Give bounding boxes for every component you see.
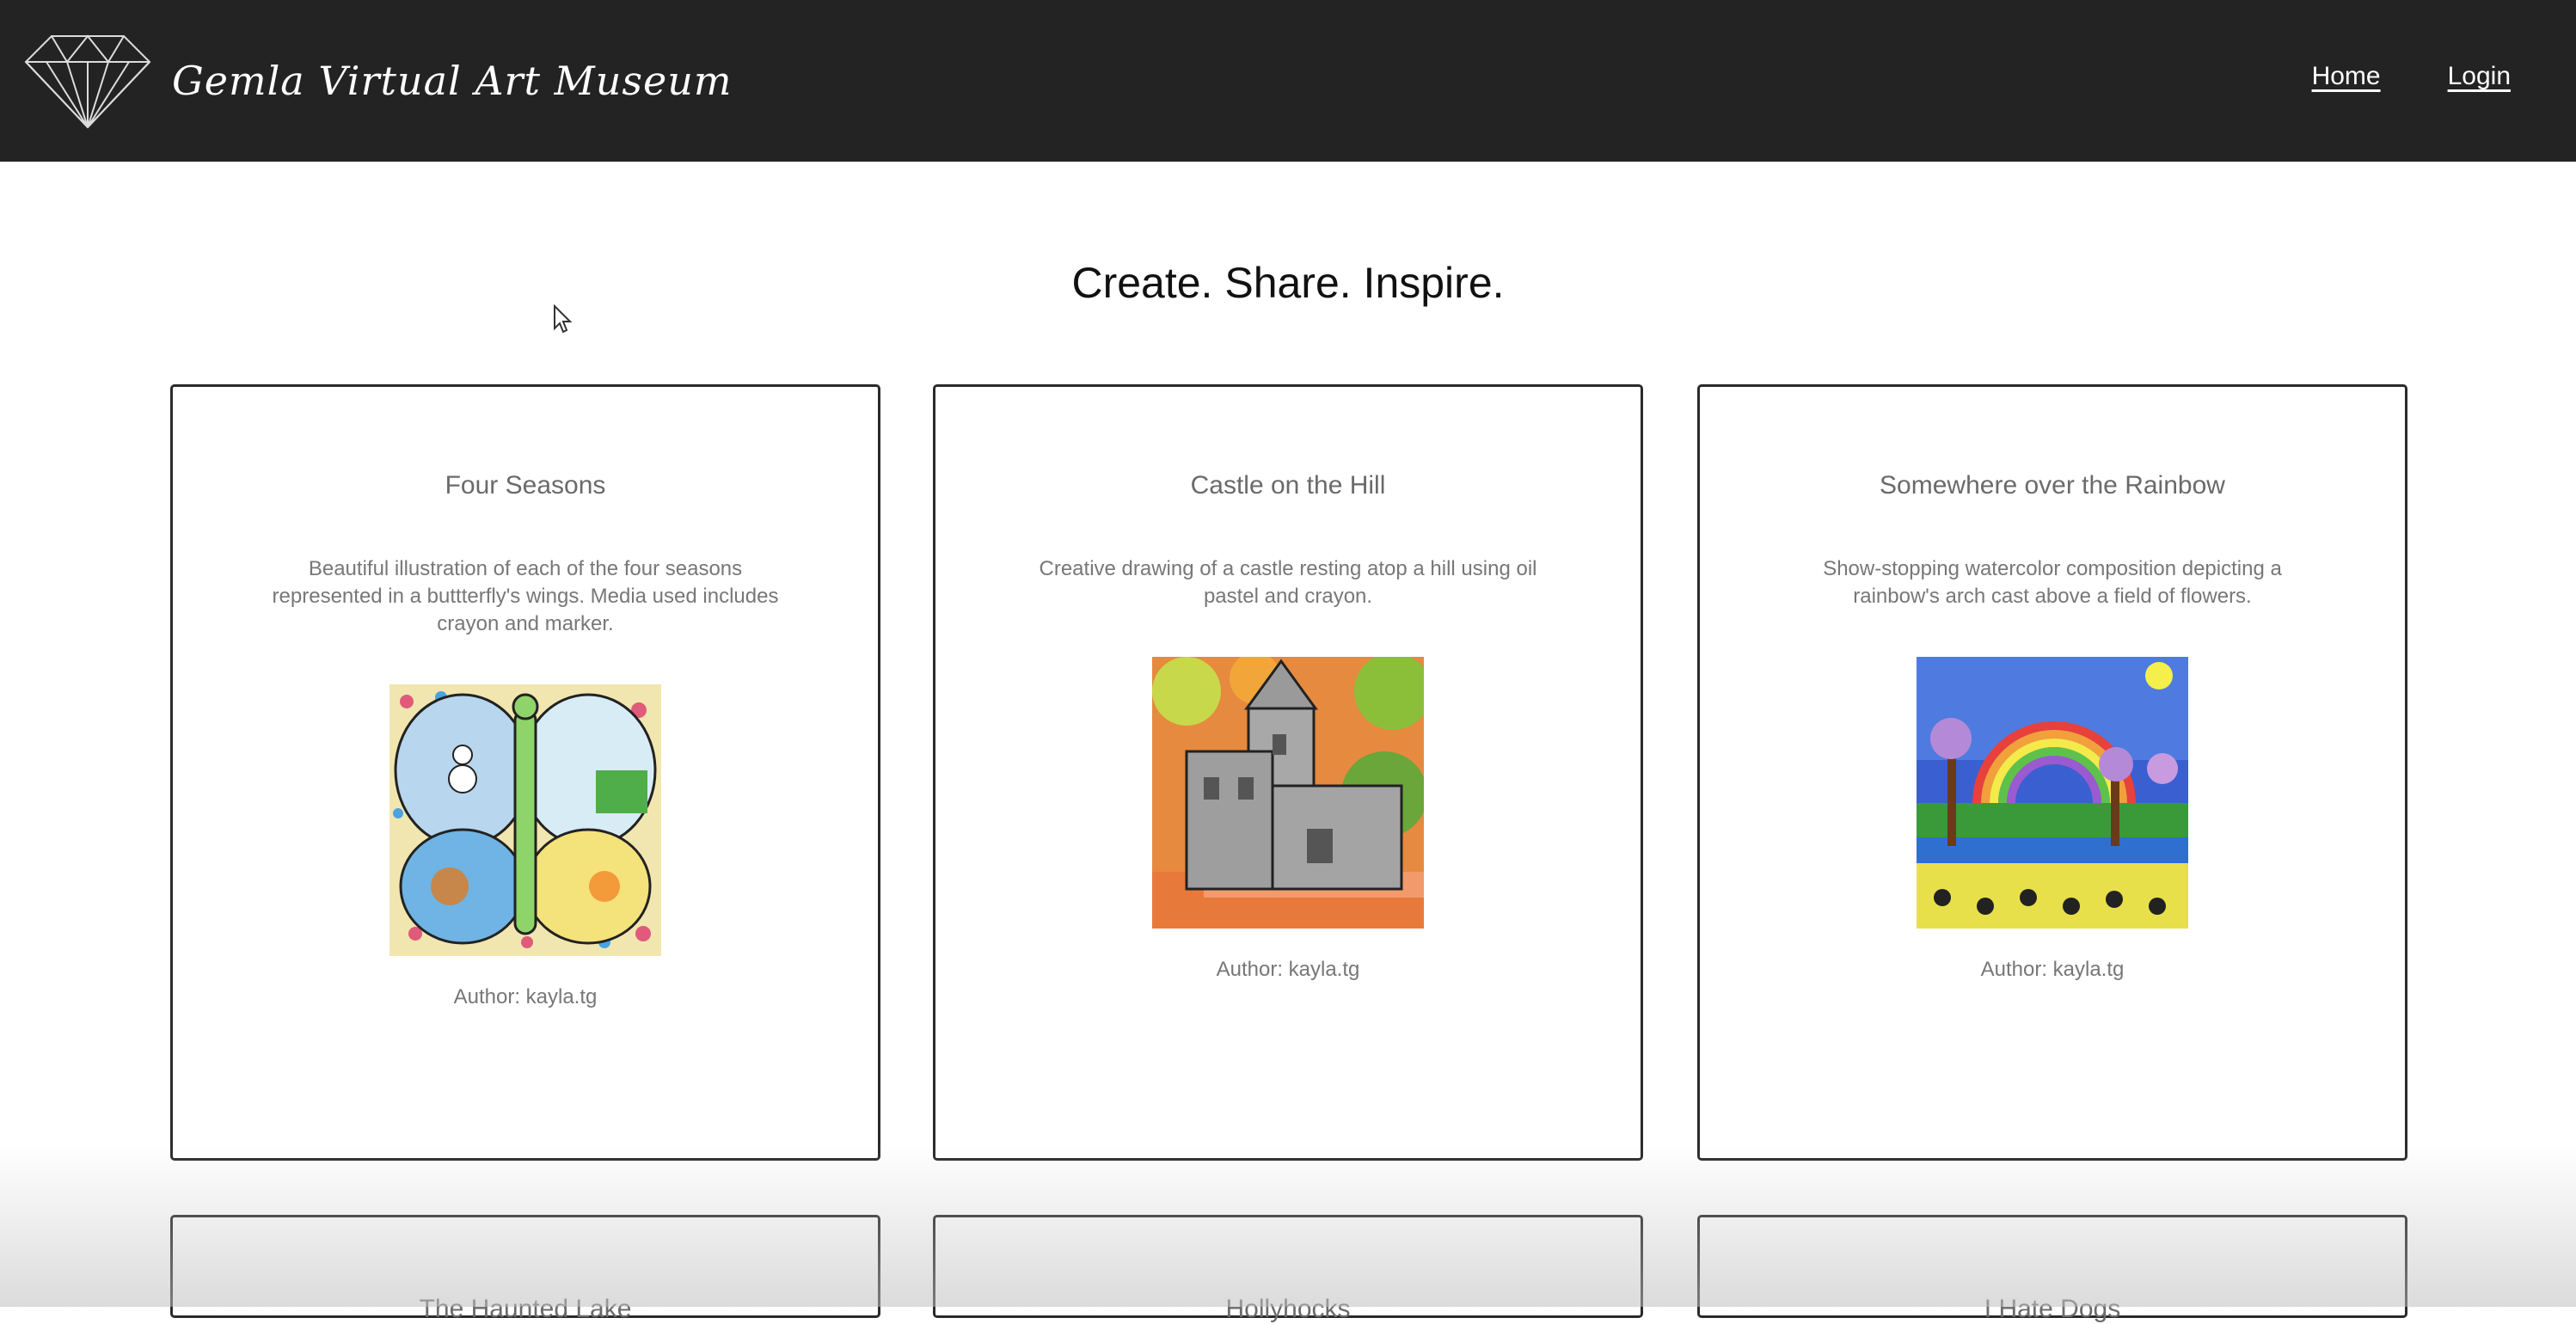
artwork-description: Beautiful illustration of each of the fo… [272, 557, 779, 635]
artwork-card[interactable]: Four Seasons Beautiful illustration of e… [170, 384, 880, 1161]
artwork-title: I Hate Dogs [1984, 1295, 2121, 1323]
artwork-title: Somewhere over the Rainbow [1880, 471, 2225, 500]
page-heading: Create. Share. Inspire. [1071, 259, 1505, 307]
artwork-card[interactable]: I Hate Dogs [1697, 1215, 2407, 1323]
artwork-title: Hollyhocks [1225, 1295, 1351, 1323]
artwork-title: Castle on the Hill [1190, 471, 1386, 500]
artwork-card[interactable]: Castle on the Hill Creative drawing of a… [933, 384, 1643, 1161]
artwork-title: The Haunted Lake [419, 1295, 632, 1323]
mouse-cursor-icon [554, 304, 573, 334]
artwork-author: Author: kayla.tg [453, 985, 598, 1008]
main-nav: Home Login [2312, 62, 2511, 91]
artwork-author: Author: kayla.tg [1216, 958, 1360, 981]
artwork-card[interactable]: Hollyhocks [933, 1215, 1643, 1323]
artwork-title: Four Seasons [445, 471, 606, 500]
artwork-description: Creative drawing of a castle resting ato… [1039, 557, 1537, 608]
artwork-image-butterfly[interactable] [389, 684, 661, 956]
artwork-description: Show-stopping watercolor composition dep… [1823, 557, 2282, 608]
home-logo-link[interactable]: Gemla Virtual Art Museum [24, 33, 732, 129]
navbar: Gemla Virtual Art Museum Home Login [0, 0, 2576, 162]
site-title: Gemla Virtual Art Museum [172, 58, 733, 104]
artwork-card[interactable]: The Haunted Lake [170, 1215, 880, 1323]
artwork-image-rainbow[interactable] [1917, 657, 2188, 929]
diamond-icon [24, 34, 151, 129]
nav-home-link[interactable]: Home [2312, 62, 2381, 91]
artwork-author: Author: kayla.tg [1980, 958, 2125, 981]
nav-login-link[interactable]: Login [2448, 62, 2511, 91]
artwork-card[interactable]: Somewhere over the Rainbow Show-stopping… [1697, 384, 2407, 1161]
artwork-image-castle[interactable] [1152, 657, 1424, 929]
